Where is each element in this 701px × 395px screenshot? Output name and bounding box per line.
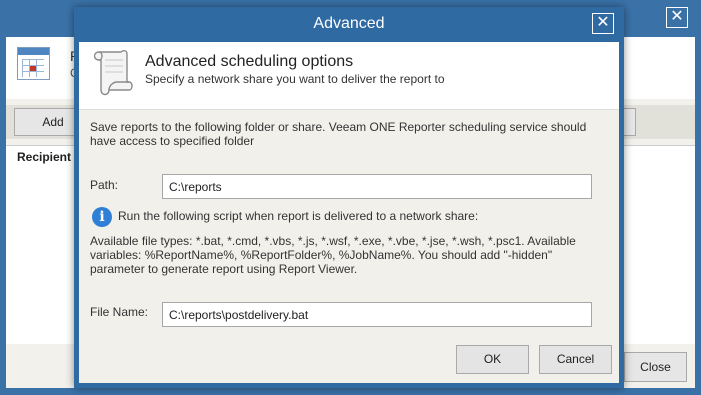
file-name-label: File Name: — [90, 305, 149, 319]
dialog-subheading: Specify a network share you want to deli… — [145, 72, 445, 86]
path-label: Path: — [90, 178, 119, 192]
background-close-icon[interactable]: ✕ — [666, 7, 688, 28]
advanced-dialog: Advanced ✕ Advanced scheduling options S… — [74, 7, 624, 388]
calendar-icon — [17, 47, 50, 80]
available-types-text: Available file types: *.bat, *.cmd, *.vb… — [90, 234, 576, 276]
ok-button[interactable]: OK — [456, 345, 529, 374]
recipients-column-header[interactable]: Recipient — [17, 150, 71, 164]
close-button[interactable]: Close — [624, 352, 687, 382]
path-input[interactable] — [162, 174, 592, 199]
scroll-icon — [93, 50, 133, 96]
script-info-text: Run the following script when report is … — [118, 209, 479, 223]
file-name-input[interactable] — [162, 302, 592, 327]
dialog-heading: Advanced scheduling options — [145, 53, 354, 70]
dialog-header: Advanced scheduling options Specify a ne… — [79, 42, 619, 110]
dialog-title: Advanced — [313, 15, 385, 32]
share-description: Save reports to the following folder or … — [90, 120, 587, 148]
dialog-body: Advanced scheduling options Specify a ne… — [79, 42, 619, 383]
info-icon: i — [92, 207, 112, 227]
cancel-button[interactable]: Cancel — [539, 345, 612, 374]
dialog-close-icon[interactable]: ✕ — [592, 13, 614, 34]
